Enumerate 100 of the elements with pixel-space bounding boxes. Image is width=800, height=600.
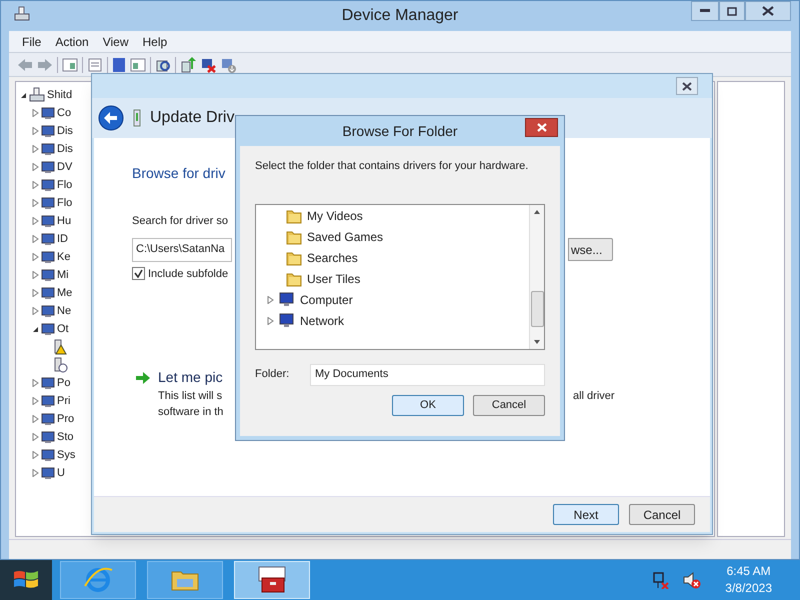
collapsed-arrow-icon[interactable] <box>32 145 39 153</box>
collapsed-arrow-icon[interactable] <box>267 317 274 325</box>
pane-icon[interactable] <box>130 58 146 72</box>
tree-item[interactable]: Dis <box>57 140 73 158</box>
menu-item[interactable]: Help <box>138 32 172 50</box>
tree-item[interactable]: Mi <box>57 266 69 284</box>
pane-icon[interactable] <box>62 58 78 72</box>
folder-tree-item[interactable]: Network <box>300 312 344 330</box>
tree-item[interactable]: Sto <box>57 428 74 446</box>
device-icon <box>41 196 55 210</box>
folder-icon <box>286 208 302 224</box>
uninstall-icon[interactable] <box>200 56 216 72</box>
warning-device-icon[interactable] <box>52 339 68 355</box>
device-icon <box>41 322 55 336</box>
tree-item[interactable]: U <box>57 464 65 482</box>
collapsed-arrow-icon[interactable] <box>32 451 39 459</box>
close-button[interactable] <box>676 77 698 95</box>
dialog-title: Update Driv <box>150 108 234 128</box>
back-button[interactable] <box>98 105 124 131</box>
arrow-icon <box>136 372 150 384</box>
device-icon <box>41 160 55 174</box>
clock-time[interactable]: 6:45 AM <box>726 563 771 580</box>
folder-tree-item[interactable]: Searches <box>307 249 358 267</box>
back-arrow-icon[interactable] <box>17 58 33 72</box>
tree-item[interactable]: Flo <box>57 176 72 194</box>
close-button[interactable] <box>745 1 791 21</box>
folder-field[interactable]: My Documents <box>310 364 545 386</box>
tree-item[interactable]: Pri <box>57 392 70 410</box>
tree-item[interactable]: Me <box>57 284 72 302</box>
disable-device-icon[interactable] <box>220 56 236 72</box>
start-button[interactable] <box>0 560 52 600</box>
expanded-arrow-icon[interactable] <box>20 92 27 98</box>
network-error-icon[interactable] <box>651 571 670 589</box>
forward-arrow-icon[interactable] <box>37 58 53 72</box>
menu-item[interactable]: Action <box>50 32 94 50</box>
description-text: This list will s <box>158 389 222 404</box>
menu-item[interactable]: View <box>98 32 134 50</box>
ok-button[interactable]: OK <box>392 394 464 416</box>
collapsed-arrow-icon[interactable] <box>32 181 39 189</box>
folder-icon <box>286 250 302 266</box>
cancel-button[interactable]: Cancel <box>629 504 695 525</box>
close-button[interactable] <box>525 118 558 137</box>
tree-item[interactable]: Hu <box>57 212 72 230</box>
tree-item[interactable]: Ne <box>57 302 72 320</box>
tree-item[interactable]: ID <box>57 230 68 248</box>
collapsed-arrow-icon[interactable] <box>32 415 39 423</box>
tree-item[interactable]: Flo <box>57 194 72 212</box>
description-text: software in th <box>158 405 224 420</box>
collapsed-arrow-icon[interactable] <box>267 296 274 304</box>
tree-item[interactable]: Sys <box>57 446 76 464</box>
tree-item[interactable]: DV <box>57 158 72 176</box>
collapsed-arrow-icon[interactable] <box>32 217 39 225</box>
tree-item[interactable]: Ke <box>57 248 70 266</box>
device-icon <box>41 448 55 462</box>
collapsed-arrow-icon[interactable] <box>32 109 39 117</box>
collapsed-arrow-icon[interactable] <box>32 253 39 261</box>
collapsed-arrow-icon[interactable] <box>32 289 39 297</box>
folder-tree-item[interactable]: Saved Games <box>307 228 384 246</box>
maximize-button[interactable] <box>719 1 745 21</box>
expanded-arrow-icon[interactable] <box>32 326 39 332</box>
device-icon <box>41 268 55 282</box>
collapsed-arrow-icon[interactable] <box>32 307 39 315</box>
device-icon <box>41 376 55 390</box>
clock-date[interactable]: 3/8/2023 <box>725 580 772 597</box>
path-field[interactable]: C:\Users\SatanNa <box>132 238 232 262</box>
browse-button[interactable]: wse... <box>568 238 613 261</box>
unknown-device-icon[interactable] <box>52 357 68 373</box>
tree-item[interactable]: Shitd <box>47 86 72 104</box>
tree-item[interactable]: Dis <box>57 122 73 140</box>
computer-icon <box>278 292 296 308</box>
folder-tree-item[interactable]: User Tiles <box>307 270 360 288</box>
collapsed-arrow-icon[interactable] <box>32 271 39 279</box>
include-subfolders-checkbox[interactable] <box>132 267 145 280</box>
collapsed-arrow-icon[interactable] <box>32 163 39 171</box>
pick-driver-link[interactable]: Let me pic <box>158 367 223 388</box>
minimize-button[interactable] <box>691 1 719 21</box>
collapsed-arrow-icon[interactable] <box>32 379 39 387</box>
collapsed-arrow-icon[interactable] <box>32 127 39 135</box>
collapsed-arrow-icon[interactable] <box>32 397 39 405</box>
update-driver-icon[interactable] <box>180 56 196 72</box>
menu-item[interactable]: File <box>17 32 46 50</box>
folder-tree-item[interactable]: My Videos <box>307 207 363 225</box>
tree-item[interactable]: Po <box>57 374 70 392</box>
scroll-thumb[interactable] <box>530 290 544 326</box>
tree-item[interactable]: Pro <box>57 410 74 428</box>
speaker-muted-icon[interactable] <box>683 571 702 589</box>
tree-item[interactable]: Co <box>57 104 72 122</box>
folder-tree-item[interactable]: Computer <box>300 291 353 309</box>
collapsed-arrow-icon[interactable] <box>32 433 39 441</box>
device-icon <box>41 106 55 120</box>
next-button[interactable]: Next <box>553 504 619 525</box>
tree-item[interactable]: Ot <box>57 320 69 338</box>
collapsed-arrow-icon[interactable] <box>32 469 39 477</box>
scrollbar[interactable] <box>529 204 544 348</box>
collapsed-arrow-icon[interactable] <box>32 199 39 207</box>
cancel-button[interactable]: Cancel <box>473 394 545 416</box>
collapsed-arrow-icon[interactable] <box>32 235 39 243</box>
device-icon <box>41 232 55 246</box>
properties-icon[interactable] <box>87 58 103 72</box>
checkbox-label: Include subfolde <box>148 266 228 282</box>
